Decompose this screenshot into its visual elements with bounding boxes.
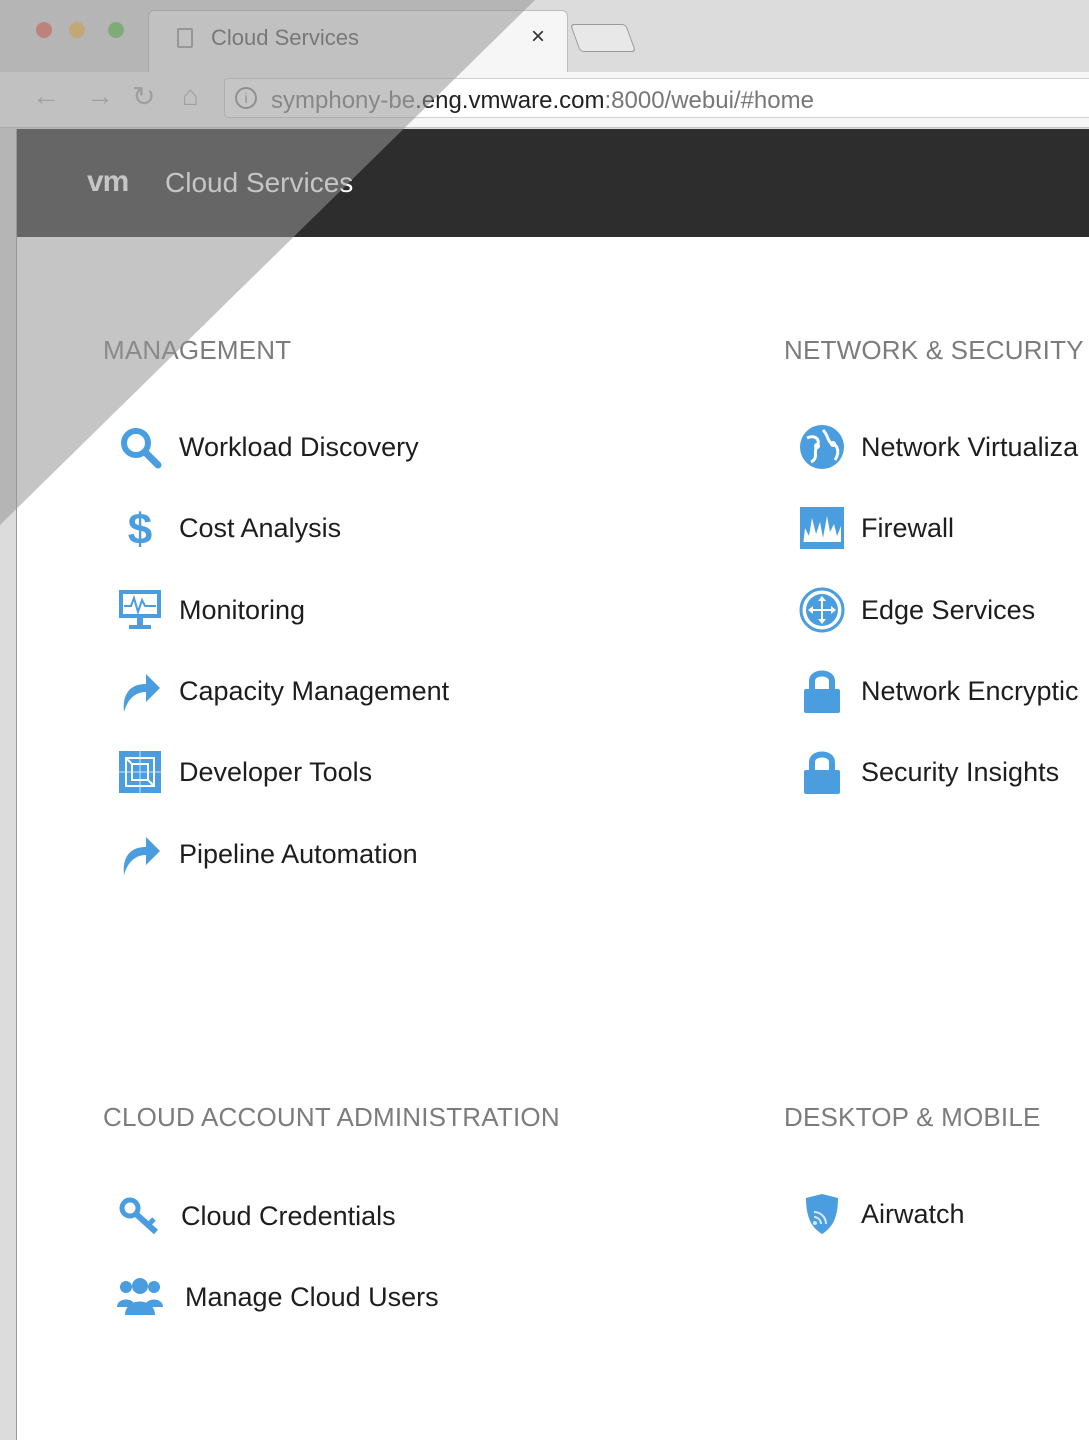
- window-close-button[interactable]: [36, 22, 52, 38]
- router-icon: [799, 587, 845, 633]
- menu-item-label: Security Insights: [861, 756, 1060, 787]
- new-tab-button[interactable]: [569, 24, 637, 52]
- menu-item-edge-services[interactable]: Edge Services: [799, 582, 1035, 638]
- url-host: .eng.vmware.com: [415, 87, 605, 114]
- url-path: :8000/webui/#home: [604, 87, 814, 114]
- menu-item-manage-cloud-users[interactable]: Manage Cloud Users: [117, 1269, 439, 1325]
- search-icon: [117, 424, 163, 470]
- menu-item-cost-analysis[interactable]: $ Cost Analysis: [117, 500, 341, 556]
- menu-item-monitoring[interactable]: Monitoring: [117, 582, 305, 638]
- share-arrow-icon: [117, 668, 163, 714]
- menu-item-label: Network Encryptic: [861, 675, 1079, 706]
- users-icon: [117, 1274, 163, 1320]
- home-icon[interactable]: ⌂: [182, 80, 199, 112]
- browser-tabstrip: Cloud Services ×: [0, 0, 1089, 72]
- menu-item-firewall[interactable]: Firewall: [799, 500, 954, 556]
- browser-tab[interactable]: Cloud Services ×: [148, 10, 568, 72]
- menu-item-label: Capacity Management: [179, 675, 450, 706]
- url-text: symphony-be.eng.vmware.com:8000/webui/#h…: [271, 87, 814, 115]
- menu-item-network-encryption[interactable]: Network Encryptic: [799, 663, 1079, 719]
- app-title: Cloud Services: [165, 167, 354, 198]
- menu-item-label: Monitoring: [179, 594, 306, 625]
- tab-title: Cloud Services: [211, 25, 359, 50]
- app-container: vm Cloud Services MANAGEMENT Workload Di…: [16, 129, 1089, 1440]
- globe-icon: [799, 424, 845, 470]
- back-arrow-icon[interactable]: ←: [32, 80, 60, 112]
- menu-item-label: Manage Cloud Users: [185, 1281, 439, 1312]
- lock-icon: [799, 749, 845, 795]
- section-title-desktop-mobile: DESKTOP & MOBILE: [784, 1102, 1041, 1132]
- section-title-management: MANAGEMENT: [103, 335, 292, 365]
- share-arrow-icon: [117, 831, 163, 877]
- app-header: vm Cloud Services: [17, 129, 1089, 237]
- vmware-logo: vm: [87, 165, 129, 198]
- menu-item-developer-tools[interactable]: Developer Tools: [117, 744, 372, 800]
- menu-item-label: Network Virtualiza: [861, 431, 1079, 462]
- menu-item-label: Developer Tools: [179, 756, 373, 787]
- menu-item-label: Workload Discovery: [179, 431, 419, 462]
- info-icon[interactable]: i: [235, 87, 257, 109]
- menu-item-label: Firewall: [861, 512, 955, 543]
- menu-item-network-virtualization[interactable]: Network Virtualiza: [799, 419, 1078, 475]
- menu-item-label: Edge Services: [861, 594, 1036, 625]
- page-icon: [177, 28, 193, 48]
- menu-item-label: Airwatch: [861, 1198, 965, 1229]
- menu-item-security-insights[interactable]: Security Insights: [799, 744, 1059, 800]
- section-title-cloud-account-administration: CLOUD ACCOUNT ADMINISTRATION: [103, 1102, 560, 1132]
- lock-icon: [799, 668, 845, 714]
- key-icon: [117, 1193, 163, 1239]
- monitor-icon: [117, 587, 163, 633]
- reload-icon[interactable]: ↻: [132, 80, 155, 113]
- url-prefix: symphony-be: [271, 87, 416, 114]
- menu-item-airwatch[interactable]: Airwatch: [799, 1186, 965, 1242]
- menu-item-workload-discovery[interactable]: Workload Discovery: [117, 419, 419, 475]
- browser-toolbar: ← → ↻ ⌂ i symphony-be.eng.vmware.com:800…: [0, 72, 1089, 128]
- shield-icon: [799, 1191, 845, 1237]
- blueprint-icon: [117, 749, 163, 795]
- menu-item-cloud-credentials[interactable]: Cloud Credentials: [117, 1188, 396, 1244]
- forward-arrow-icon[interactable]: →: [86, 80, 114, 112]
- menu-item-label: Pipeline Automation: [179, 838, 418, 869]
- tab-close-icon[interactable]: ×: [531, 23, 545, 51]
- menu-item-capacity-management[interactable]: Capacity Management: [117, 663, 449, 719]
- menu-item-label: Cloud Credentials: [181, 1200, 396, 1231]
- window-minimize-button[interactable]: [69, 22, 85, 38]
- firewall-icon: [799, 505, 845, 551]
- menu-item-label: Cost Analysis: [179, 512, 342, 543]
- dollar-icon: $: [117, 505, 163, 552]
- address-bar[interactable]: i symphony-be.eng.vmware.com:8000/webui/…: [224, 78, 1089, 118]
- window-maximize-button[interactable]: [108, 22, 124, 38]
- svg-text:$: $: [128, 505, 152, 552]
- menu-item-pipeline-automation[interactable]: Pipeline Automation: [117, 826, 418, 882]
- section-title-network-security: NETWORK & SECURITY: [784, 335, 1084, 365]
